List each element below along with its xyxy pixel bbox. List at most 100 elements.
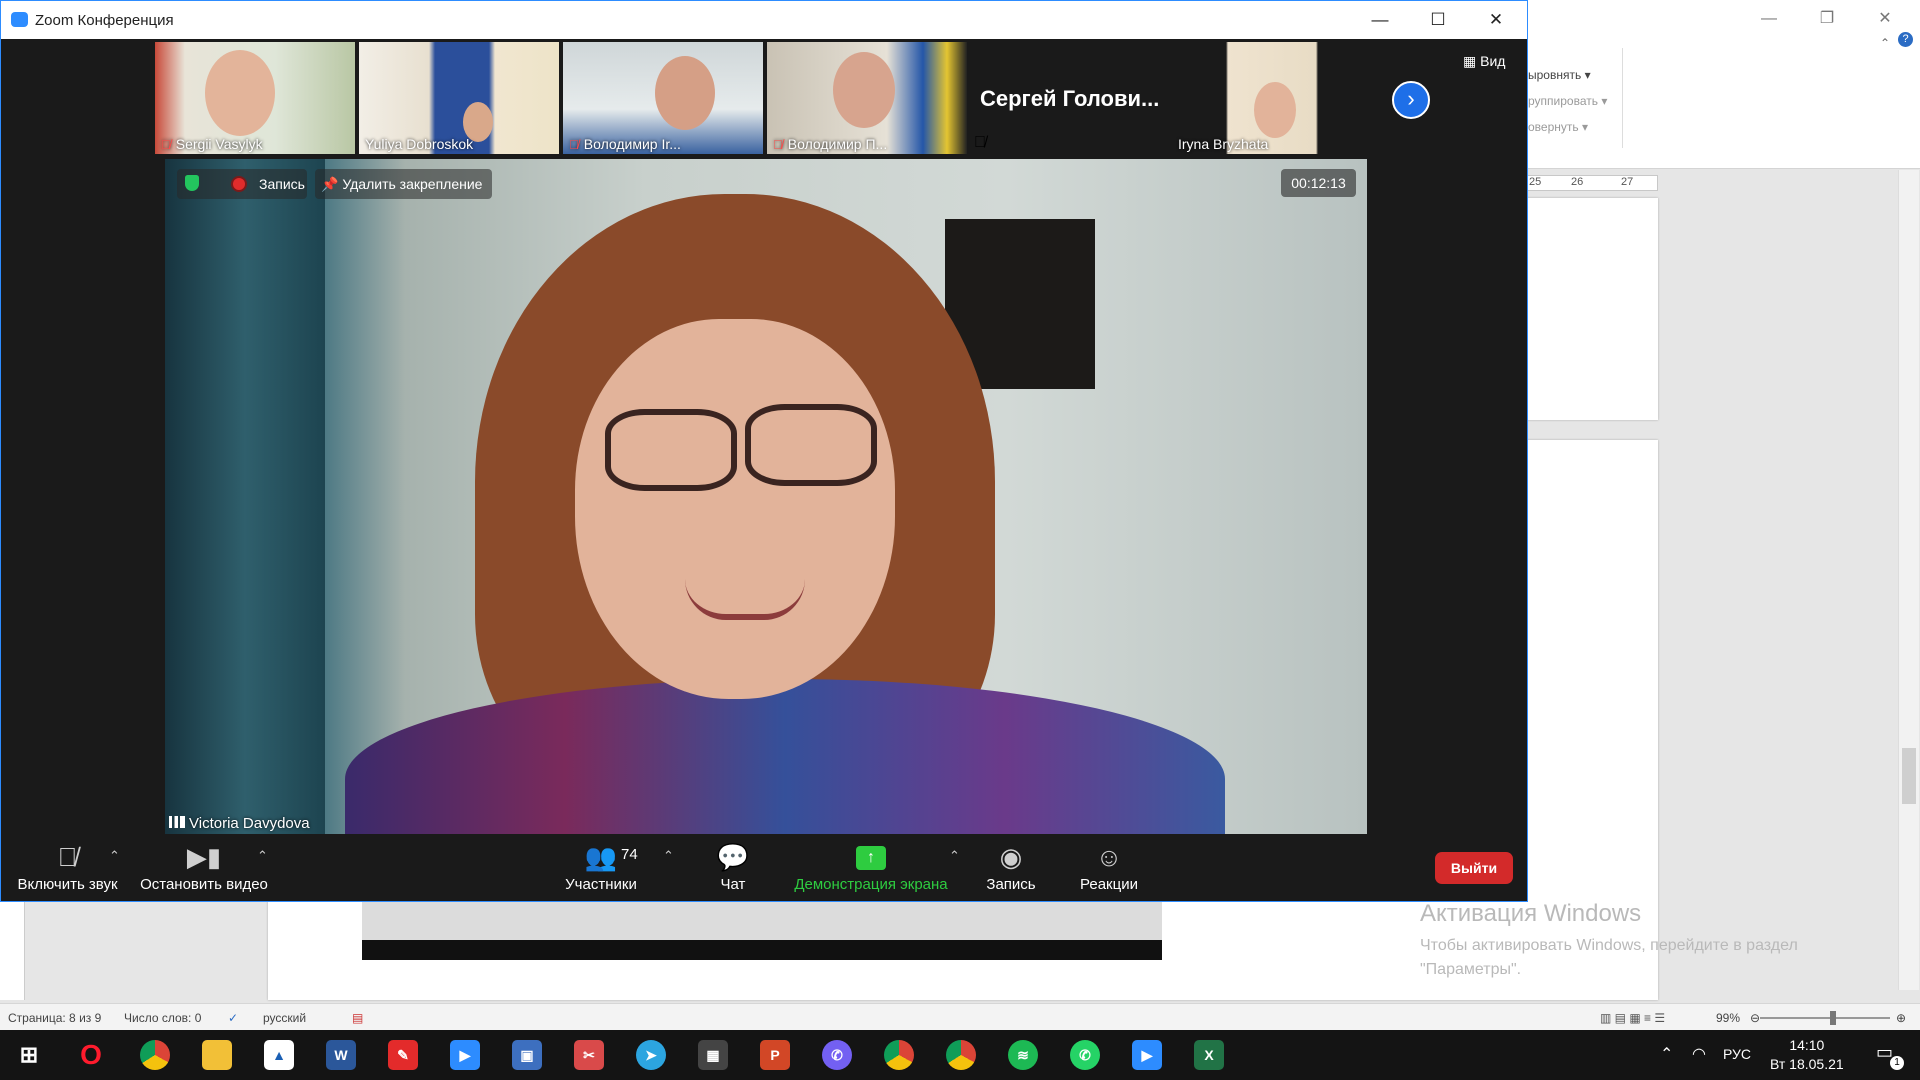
embedded-screenshot (362, 900, 1162, 960)
chrome-profile-icon[interactable] (884, 1040, 914, 1070)
pin-icon: 📌 (321, 176, 339, 192)
next-page-button[interactable]: › (1392, 81, 1430, 119)
muted-mic-icon: 🎙̸ (57, 842, 78, 872)
embedded-taskbar (362, 940, 1162, 960)
zoom-out-icon[interactable]: ⊖ (1750, 1011, 1760, 1025)
word-icon[interactable]: W (326, 1040, 356, 1070)
shield-icon[interactable] (185, 175, 199, 191)
notification-count: 1 (1890, 1056, 1904, 1070)
calculator-icon[interactable]: ▦ (698, 1040, 728, 1070)
save-disk-icon[interactable]: ▣ (512, 1040, 542, 1070)
language-indicator[interactable]: РУС (1723, 1046, 1751, 1062)
unpin-label: Удалить закрепление (342, 176, 483, 192)
whatsapp-icon[interactable]: ✆ (1070, 1040, 1100, 1070)
opera-icon[interactable]: O (76, 1040, 106, 1070)
macro-icon[interactable]: ▤ (352, 1011, 363, 1025)
speaker-glasses (745, 404, 877, 486)
view-mode-icons[interactable]: ▥ ▤ ▦ ≡ ☰ (1600, 1011, 1665, 1025)
muted-mic-icon: 🎙̸ (974, 134, 986, 151)
chrome-icon[interactable] (140, 1040, 170, 1070)
activation-text: Чтобы активировать Windows, перейдите в … (1420, 937, 1798, 978)
document-page[interactable] (1526, 198, 1658, 420)
record-button[interactable]: ◉ Запись (981, 842, 1041, 893)
participant-tile[interactable]: 🎙̸ Sergii Vasylyk (155, 42, 355, 154)
start-windows-icon[interactable]: ⊞ (14, 1040, 44, 1070)
participant-name: 🎙̸ Володимир Ir... (569, 136, 681, 152)
vertical-scrollbar[interactable] (1898, 170, 1919, 990)
clock-date: Вт 18.05.21 (1770, 1056, 1844, 1072)
leave-button[interactable]: Выйти (1435, 852, 1513, 884)
clock[interactable]: 14:10 Вт 18.05.21 (1770, 1036, 1844, 1074)
close-icon[interactable]: ✕ (1862, 6, 1908, 32)
ribbon-divider (1622, 48, 1623, 148)
page-counter[interactable]: Страница: 8 из 9 (8, 1011, 101, 1025)
zoom-slider-knob[interactable] (1830, 1011, 1836, 1025)
align-menu[interactable]: ыровнять ▾ (1528, 68, 1591, 82)
reactions-button[interactable]: ☺ Реакции (1077, 842, 1141, 893)
rotate-menu[interactable]: овернуть ▾ (1528, 120, 1588, 134)
clock-time: 14:10 (1789, 1037, 1825, 1053)
background-curtain (165, 159, 325, 834)
chat-button[interactable]: 💬 Чат (713, 842, 753, 893)
minimize-icon[interactable]: — (1746, 6, 1792, 32)
participant-tile[interactable]: Iryna Bryzhata (1172, 42, 1372, 154)
participant-face (205, 50, 275, 136)
active-speaker-video[interactable]: Запись 📌 Удалить закрепление 00:12:13 Vi… (165, 159, 1367, 834)
zoom-level[interactable]: 99% (1716, 1011, 1740, 1025)
word-count[interactable]: Число слов: 0 (124, 1011, 201, 1025)
ribbon-collapse-icon[interactable]: ⌃ (1880, 36, 1890, 50)
vertical-ruler (0, 900, 25, 1000)
participant-tile[interactable]: 🎙̸ Володимир Ir... (563, 42, 763, 154)
participant-tile[interactable]: Yuliya Dobroskok (359, 42, 559, 154)
language-indicator[interactable]: русский (263, 1011, 306, 1025)
pdf-reader-icon[interactable]: ✎ (388, 1040, 418, 1070)
participant-name: Yuliya Dobroskok (365, 136, 474, 152)
photos-icon[interactable]: ▲ (264, 1040, 294, 1070)
stop-video-button[interactable]: ▶▮ Остановить видео (139, 842, 269, 893)
close-icon[interactable]: ✕ (1473, 7, 1519, 33)
recording-label[interactable]: Запись (259, 176, 305, 192)
meeting-toolbar: 🎙̸ Включить звук ⌃ ▶▮ Остановить видео ⌃… (1, 838, 1527, 901)
unpin-button[interactable]: 📌 Удалить закрепление (315, 169, 493, 199)
participants-chevron-icon[interactable]: ⌃ (663, 848, 674, 864)
zoom-meeting-icon[interactable]: ▶ (1132, 1040, 1162, 1070)
help-icon[interactable]: ? (1898, 32, 1913, 47)
active-speaker-label: Victoria Davydova (169, 815, 310, 832)
excel-icon[interactable]: X (1194, 1040, 1224, 1070)
powerpoint-icon[interactable]: P (760, 1040, 790, 1070)
telegram-icon[interactable]: ➤ (636, 1040, 666, 1070)
spotify-icon[interactable]: ≋ (1008, 1040, 1038, 1070)
audio-options-chevron-icon[interactable]: ⌃ (109, 848, 120, 864)
viber-icon[interactable]: ✆ (822, 1040, 852, 1070)
share-screen-button[interactable]: ↑ Демонстрация экрана (791, 842, 951, 893)
share-chevron-icon[interactable]: ⌃ (949, 848, 960, 864)
speaker-face (575, 319, 895, 699)
scrollbar-thumb[interactable] (1902, 748, 1916, 804)
participant-name: Iryna Bryzhata (1178, 136, 1269, 152)
tray-chevron-icon[interactable]: ⌃ (1660, 1044, 1673, 1064)
share-screen-icon: ↑ (856, 846, 886, 870)
unmute-button[interactable]: 🎙̸ Включить звук (15, 842, 120, 893)
chrome-profile-icon[interactable] (946, 1040, 976, 1070)
muted-mic-icon: 🎙̸ (161, 137, 171, 152)
zoom-slider[interactable] (1760, 1011, 1890, 1025)
file-explorer-icon[interactable] (202, 1040, 232, 1070)
zoom-app-icon[interactable]: ▶ (450, 1040, 480, 1070)
spellcheck-icon[interactable]: ✓ (228, 1011, 238, 1025)
participant-face (833, 52, 895, 128)
horizontal-ruler: 25 26 27 (1526, 175, 1658, 191)
smiley-icon: ☺ (1095, 842, 1123, 872)
maximize-icon[interactable]: ☐ (1415, 7, 1461, 33)
windows-activation-notice: Активация Windows Чтобы активировать Win… (1420, 900, 1860, 982)
wifi-icon[interactable]: ◠ (1692, 1044, 1706, 1064)
participant-tile[interactable]: Сергей Голови... 🎙̸ (968, 42, 1168, 154)
video-options-chevron-icon[interactable]: ⌃ (257, 848, 268, 864)
word-statusbar: Страница: 8 из 9 Число слов: 0 ✓ русский… (0, 1003, 1920, 1031)
zoom-in-icon[interactable]: ⊕ (1896, 1011, 1906, 1025)
group-menu[interactable]: руппировать ▾ (1528, 94, 1607, 108)
view-button[interactable]: ▦ Вид (1463, 53, 1505, 70)
participant-tile[interactable]: 🎙̸ Володимир П... (767, 42, 967, 154)
media-editor-icon[interactable]: ✂ (574, 1040, 604, 1070)
minimize-icon[interactable]: — (1357, 7, 1403, 33)
restore-icon[interactable]: ❐ (1804, 6, 1850, 32)
